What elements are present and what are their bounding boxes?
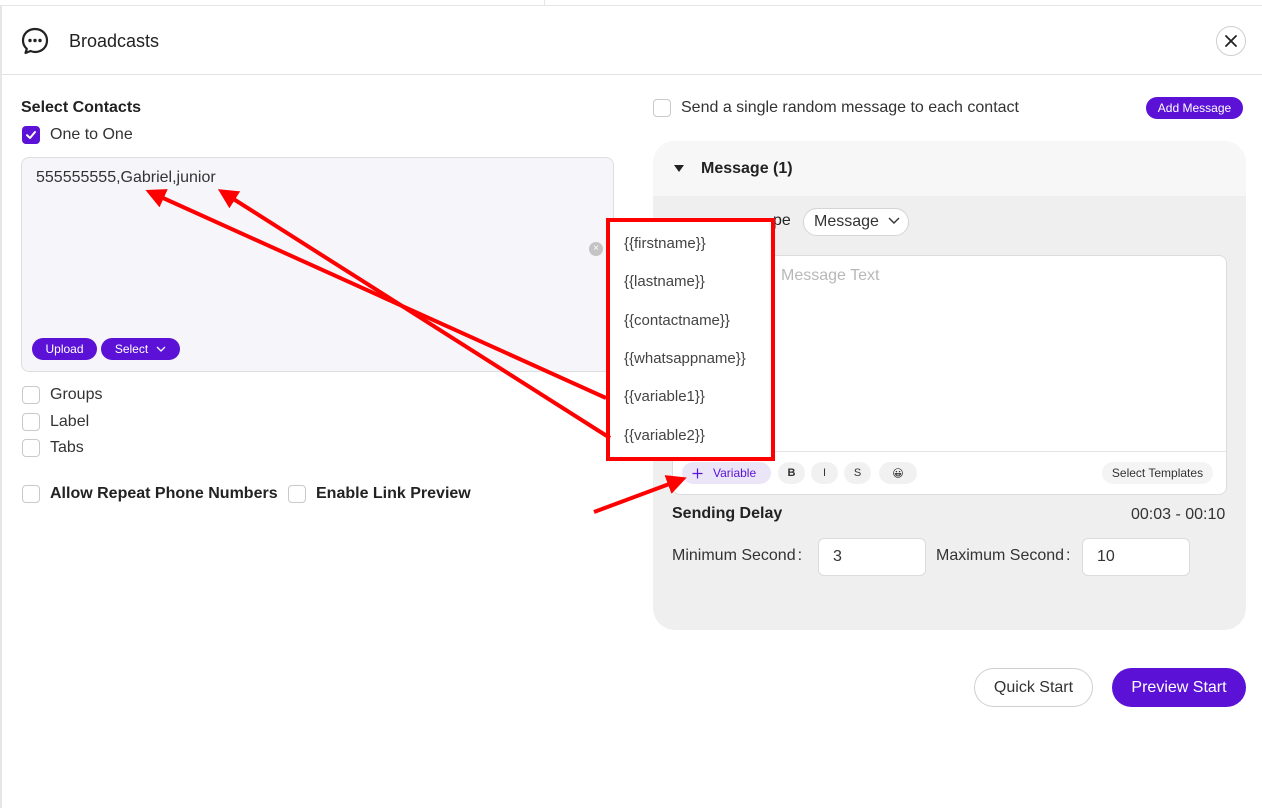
chevron-down-icon [156,346,166,352]
chat-bubble-icon [21,27,49,55]
plus-icon [692,468,703,478]
strikethrough-button[interactable]: S [844,462,871,484]
variable-option-variable2[interactable]: {{variable2}} [624,427,705,444]
emoji-button[interactable]: 😀 [879,462,917,484]
select-templates-button[interactable]: Select Templates [1102,462,1213,484]
groups-checkbox[interactable] [22,386,40,404]
select-contacts-title: Select Contacts [21,99,142,116]
minimum-second-label: Minimum Second: [672,547,802,565]
maximum-second-label: Maximum Second: [936,547,1071,565]
minimum-second-text: Minimum Second [672,547,796,564]
random-message-checkbox[interactable] [653,99,671,117]
variable-option-variable1[interactable]: {{variable1}} [624,388,705,405]
close-icon [1225,35,1237,47]
left-border [0,6,2,808]
message-text-placeholder: Message Text [781,267,880,284]
maximum-second-text: Maximum Second [936,547,1065,564]
variable-button-label: Variable [713,466,757,480]
sending-delay-range: 00:03 - 00:10 [1131,506,1226,523]
allow-repeat-checkbox[interactable] [22,485,40,503]
add-variable-button[interactable]: Variable [682,462,771,484]
variable-option-firstname[interactable]: {{firstname}} [624,235,706,252]
one-to-one-checkbox[interactable] [22,126,40,144]
tabs-checkbox[interactable] [22,439,40,457]
one-to-one-label: One to One [50,126,133,143]
minimum-second-colon: : [797,547,803,564]
preview-start-button[interactable]: Preview Start [1112,668,1246,707]
groups-label: Groups [50,386,103,403]
message-panel-header[interactable]: Message (1) [653,141,1246,196]
message-type-label: pe [773,212,791,229]
bold-button[interactable]: B [778,462,805,484]
contacts-textarea-value: 555555555,Gabriel,junior [36,169,216,186]
chevron-down-icon [888,217,900,224]
message-panel-title: Message (1) [701,160,793,177]
check-icon [26,131,36,139]
message-type-select[interactable]: Message [803,208,909,236]
variable-option-contactname[interactable]: {{contactname}} [624,312,730,329]
enable-link-preview-label: Enable Link Preview [316,485,471,502]
italic-button[interactable]: I [811,462,838,484]
enable-link-preview-checkbox[interactable] [288,485,306,503]
random-message-label: Send a single random message to each con… [681,99,1019,116]
maximum-second-colon: : [1066,547,1071,564]
contacts-textarea[interactable]: 555555555,Gabriel,junior × Upload Select [21,157,614,372]
allow-repeat-label: Allow Repeat Phone Numbers [50,485,278,502]
select-button-label: Select [114,342,149,356]
variable-dropdown: {{firstname}} {{lastname}} {{contactname… [606,218,775,461]
label-checkbox[interactable] [22,413,40,431]
message-type-value: Message [814,213,879,230]
sending-delay-title: Sending Delay [672,505,783,522]
variable-option-whatsappname[interactable]: {{whatsappname}} [624,350,746,367]
close-button[interactable] [1216,26,1246,56]
modal-header: Broadcasts [2,6,1262,75]
tabs-label: Tabs [50,439,84,456]
page-title: Broadcasts [69,31,160,51]
clear-icon[interactable]: × [589,242,603,256]
upload-button[interactable]: Upload [32,338,97,360]
maximum-second-input[interactable] [1082,538,1190,576]
caret-down-icon [674,165,684,172]
add-message-button[interactable]: Add Message [1146,97,1243,119]
quick-start-button[interactable]: Quick Start [974,668,1093,707]
minimum-second-input[interactable] [818,538,926,576]
label-label: Label [50,413,90,430]
select-contacts-button[interactable]: Select [101,338,180,360]
variable-option-lastname[interactable]: {{lastname}} [624,273,705,290]
